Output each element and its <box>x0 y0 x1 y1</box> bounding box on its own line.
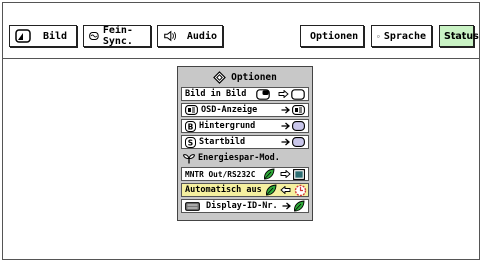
tab-status[interactable]: Status <box>439 25 479 47</box>
picture-icon <box>15 29 31 43</box>
arrow-right-icon <box>282 202 291 210</box>
speaker-icon <box>164 30 177 42</box>
tab-bild[interactable]: Bild <box>9 25 77 47</box>
arrow-right-icon <box>281 122 290 130</box>
menu-item-label: Bild in Bild <box>185 89 247 99</box>
menu-item-bild-in-bild[interactable]: Bild in Bild <box>181 87 309 101</box>
monitor-off-icon <box>293 168 305 180</box>
language-icon <box>377 34 380 38</box>
tab-audio[interactable]: Audio <box>157 25 223 47</box>
arrow-right-icon <box>281 138 290 146</box>
leaf-icon <box>264 168 275 180</box>
osd-screen: Bild Fein-Sync. Audio Optionen Sprache S… <box>2 2 480 260</box>
display-id-icon <box>185 201 200 211</box>
menu-item-label: OSD-Anzeige <box>201 105 258 115</box>
menu-item-label: MNTR Out/RS232C <box>185 169 256 179</box>
svg-text:B: B <box>188 122 194 131</box>
tab-audio-label: Audio <box>186 30 217 42</box>
tab-optionen[interactable]: Optionen <box>300 25 364 47</box>
submenu-title-label: Optionen <box>231 71 277 83</box>
tab-status-label: Status <box>444 30 479 42</box>
menu-item-startbild[interactable]: S Startbild <box>181 135 309 149</box>
tab-sprache[interactable]: Sprache <box>371 25 432 47</box>
menu-item-osd-anzeige[interactable]: OSD-Anzeige <box>181 103 309 117</box>
osd-icon <box>185 105 198 115</box>
menu-item-label: Display-ID-Nr. <box>206 201 278 211</box>
value-box-icon <box>291 88 305 100</box>
submenu-title: Optionen <box>178 69 312 85</box>
menu-item-label: Hintergrund <box>199 121 256 131</box>
arrow-left-icon <box>280 186 291 194</box>
leaf-icon <box>294 200 305 212</box>
sprout-icon <box>183 153 195 163</box>
fine-sync-icon <box>89 31 99 41</box>
tab-optionen-label: Optionen <box>310 30 359 42</box>
pip-icon <box>256 88 270 100</box>
menu-bar: Bild Fein-Sync. Audio Optionen Sprache S… <box>3 3 479 59</box>
svg-text:S: S <box>188 138 193 147</box>
tab-fein-sync[interactable]: Fein-Sync. <box>83 25 151 47</box>
arrow-right-icon <box>278 90 289 98</box>
menu-item-mntr-out[interactable]: MNTR Out/RS232C <box>181 167 309 181</box>
options-submenu: Optionen Bild in Bild OSD-Anzeige B Hint… <box>177 66 313 221</box>
section-label: Energiespar-Mod. <box>198 153 280 163</box>
osd-icon <box>292 105 305 115</box>
tab-fein-sync-label: Fein-Sync. <box>102 25 133 47</box>
arrow-right-icon <box>280 170 291 178</box>
menu-item-display-id[interactable]: Display-ID-Nr. <box>181 199 309 213</box>
menu-item-label: Startbild <box>199 137 246 147</box>
background-b-icon: B <box>185 120 196 132</box>
options-icon <box>213 70 226 84</box>
tab-sprache-label: Sprache <box>383 30 426 42</box>
auto-power-off-icon <box>294 184 306 196</box>
tab-bild-label: Bild <box>43 30 68 42</box>
value-box-icon <box>292 137 305 147</box>
arrow-right-icon <box>281 106 290 114</box>
menu-item-automatisch-aus[interactable]: Automatisch aus <box>181 183 309 197</box>
menu-section-energiespar: Energiespar-Mod. <box>181 151 309 165</box>
menu-item-hintergrund[interactable]: B Hintergrund <box>181 119 309 133</box>
leaf-icon <box>265 184 277 196</box>
menu-item-label: Automatisch aus <box>185 185 262 195</box>
startup-s-icon: S <box>185 136 196 148</box>
value-box-icon <box>292 121 305 131</box>
